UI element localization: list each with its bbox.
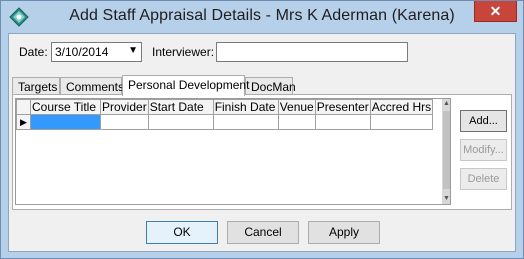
row-indicator-icon[interactable]: ▶ — [16, 114, 31, 130]
dialog-client-area: Date: 3/10/2014 ▼ Interviewer: Targets C… — [8, 33, 516, 252]
column-start-date[interactable]: Start Date — [147, 99, 214, 115]
column-presenter[interactable]: Presenter — [314, 99, 371, 115]
tab-personal-development[interactable]: Personal Development — [122, 75, 249, 96]
date-picker[interactable]: 3/10/2014 ▼ — [51, 42, 142, 62]
grid-cell-venue[interactable] — [277, 114, 316, 130]
date-label: Date: — [19, 45, 48, 59]
scroll-up-icon[interactable]: ▲ — [442, 99, 450, 109]
column-venue[interactable]: Venue — [277, 99, 316, 115]
grid-cell-accred-hrs[interactable] — [369, 114, 434, 130]
title-bar[interactable]: Add Staff Appraisal Details - Mrs K Ader… — [1, 1, 523, 33]
scroll-thumb[interactable] — [443, 111, 450, 189]
personal-development-panel: Course Title Provider Start Date Finish … — [12, 94, 512, 210]
column-finish-date[interactable]: Finish Date — [212, 99, 279, 115]
grid-corner-cell — [16, 99, 31, 115]
tab-targets[interactable]: Targets — [12, 77, 60, 95]
grid-cell-course-title[interactable] — [30, 114, 101, 130]
column-course-title[interactable]: Course Title — [30, 99, 101, 115]
column-provider[interactable]: Provider — [100, 99, 149, 115]
grid-cell-start-date[interactable] — [147, 114, 214, 130]
dialog-window: Add Staff Appraisal Details - Mrs K Ader… — [0, 0, 524, 259]
date-value: 3/10/2014 — [55, 45, 109, 59]
table-row[interactable]: ▶ — [16, 114, 434, 130]
ok-button[interactable]: OK — [146, 221, 218, 244]
delete-button[interactable]: Delete — [460, 168, 507, 190]
grid-cell-provider[interactable] — [100, 114, 149, 130]
add-button[interactable]: Add... — [460, 110, 507, 132]
grid-cell-presenter[interactable] — [314, 114, 371, 130]
cancel-button[interactable]: Cancel — [227, 221, 299, 244]
window-title: Add Staff Appraisal Details - Mrs K Ader… — [69, 7, 455, 24]
column-accred-hrs[interactable]: Accred Hrs — [369, 99, 434, 115]
interviewer-label: Interviewer: — [152, 45, 215, 59]
grid-cell-finish-date[interactable] — [212, 114, 279, 130]
tab-docman[interactable]: DocMan — [245, 77, 296, 95]
course-grid[interactable]: Course Title Provider Start Date Finish … — [15, 98, 451, 205]
scroll-down-icon[interactable]: ▼ — [442, 194, 450, 204]
apply-button[interactable]: Apply — [308, 221, 380, 244]
grid-vertical-scrollbar[interactable]: ▲ ▼ — [442, 99, 450, 204]
close-button[interactable]: ✕ — [474, 1, 517, 22]
interviewer-input[interactable] — [216, 42, 408, 62]
tab-comments[interactable]: Comments — [60, 77, 124, 95]
grid-header-row: Course Title Provider Start Date Finish … — [16, 99, 434, 115]
modify-button[interactable]: Modify... — [460, 139, 507, 161]
chevron-down-icon[interactable]: ▼ — [128, 45, 138, 56]
close-icon: ✕ — [489, 3, 502, 19]
